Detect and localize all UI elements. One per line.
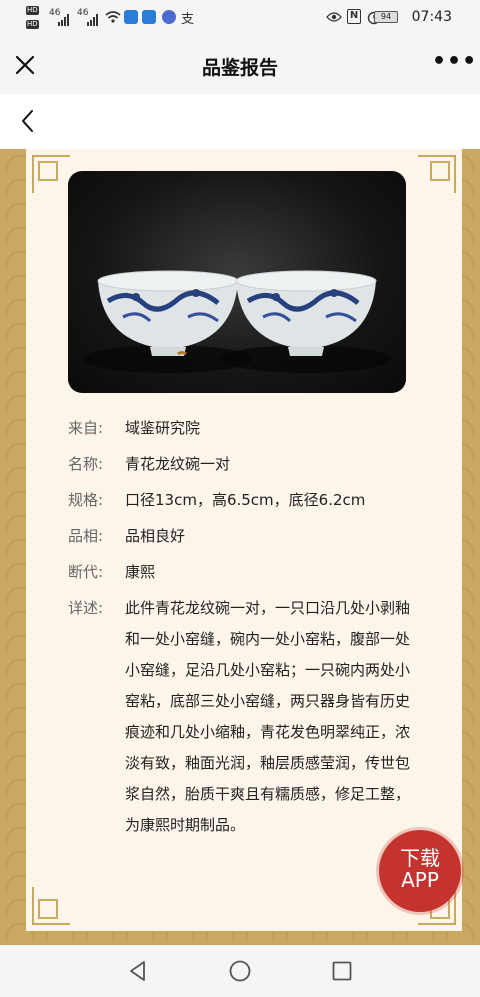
download-line-1: 下载	[400, 846, 440, 870]
dating-value: 康熙	[125, 563, 156, 581]
status-time: 07:43	[411, 9, 452, 25]
info-row-detail: 详述: 此件青花龙纹碗一对，一只口沿几处小剥釉和一处小窑缝，碗内一处小窑粘，腹部…	[68, 597, 418, 841]
page-title: 品鉴报告	[201, 57, 278, 79]
source-label: 来自:	[68, 419, 104, 437]
home-circle-icon[interactable]	[228, 959, 252, 983]
name-value: 青花龙纹碗一对	[125, 455, 231, 473]
battery-icon: 94	[374, 11, 398, 23]
wifi-icon	[105, 11, 121, 23]
download-app-button[interactable]: 下载 APP	[379, 830, 461, 912]
back-triangle-icon[interactable]	[126, 959, 150, 983]
frame-corner-inner	[38, 899, 58, 919]
alipay-icon: 支	[181, 12, 195, 27]
report-info: 来自: 域鉴研究院 名称: 青花龙纹碗一对 规格: 口径13cm，高6.5cm，…	[68, 417, 418, 855]
system-nav-bar	[0, 945, 480, 997]
frame-corner-inner	[430, 161, 450, 181]
info-row-name: 名称: 青花龙纹碗一对	[68, 453, 418, 475]
condition-value: 品相良好	[125, 527, 186, 545]
nfc-icon: N	[347, 9, 361, 24]
back-bar	[0, 94, 480, 149]
recents-square-icon[interactable]	[330, 959, 354, 983]
detail-value: 此件青花龙纹碗一对，一只口沿几处小剥釉和一处小窑缝，碗内一处小窑粘，腹部一处小窑…	[125, 599, 411, 834]
app-notification-icon-2	[142, 10, 156, 24]
source-value: 域鉴研究院	[125, 419, 201, 437]
download-line-2: APP	[401, 868, 439, 892]
info-row-source: 来自: 域鉴研究院	[68, 417, 418, 439]
hd-badge: HD	[26, 6, 39, 15]
title-bar: 品鉴报告 •••	[0, 36, 480, 94]
signal-strength-icon	[58, 12, 69, 26]
spec-label: 规格:	[68, 491, 104, 509]
report-card: 来自: 域鉴研究院 名称: 青花龙纹碗一对 规格: 口径13cm，高6.5cm，…	[26, 149, 462, 931]
app-notification-icon	[124, 10, 138, 24]
dating-label: 断代:	[68, 563, 104, 581]
condition-label: 品相:	[68, 527, 104, 545]
info-row-dating: 断代: 康熙	[68, 561, 418, 583]
hd-badge-2: HD	[26, 20, 39, 29]
signal-strength-icon-2	[87, 12, 98, 26]
more-options-button[interactable]: •••	[432, 51, 476, 77]
status-bar: HD HD 46 46 支 N 94 07:43	[0, 0, 480, 36]
back-arrow-icon[interactable]	[16, 108, 42, 134]
detail-label: 详述:	[68, 599, 104, 617]
music-icon	[162, 10, 176, 24]
spec-value: 口径13cm，高6.5cm，底径6.2cm	[125, 491, 366, 509]
info-row-condition: 品相: 品相良好	[68, 525, 418, 547]
frame-corner-inner	[38, 161, 58, 181]
bowls-image	[83, 270, 391, 373]
info-row-spec: 规格: 口径13cm，高6.5cm，底径6.2cm	[68, 489, 418, 511]
eye-icon	[326, 12, 342, 22]
name-label: 名称:	[68, 455, 104, 473]
product-photo[interactable]	[68, 171, 406, 393]
